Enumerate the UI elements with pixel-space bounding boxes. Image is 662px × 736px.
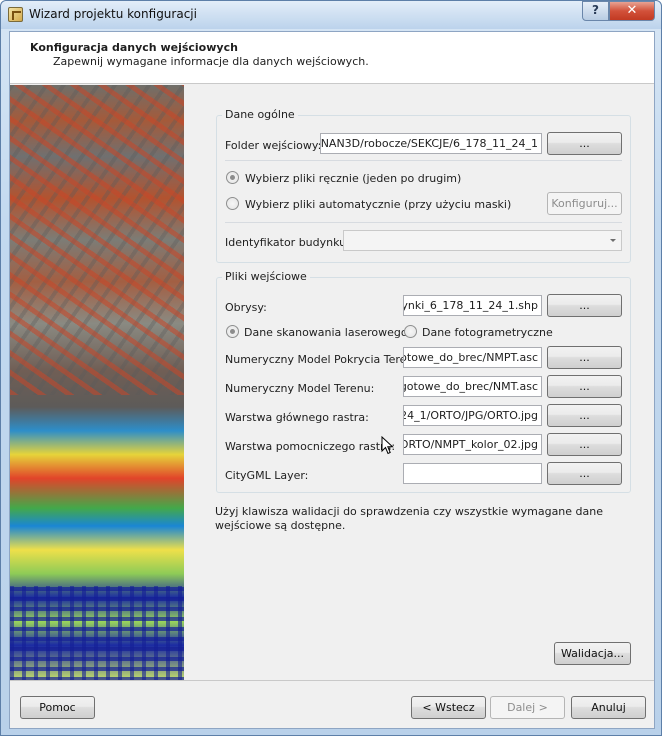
validate-button[interactable]: Walidacja...: [554, 642, 631, 665]
mouse-cursor-icon: [381, 436, 394, 455]
page-subtitle: Zapewnij wymagane informacje dla danych …: [53, 55, 369, 68]
help-button[interactable]: Pomoc: [20, 696, 95, 719]
building-id-label: Identyfikator budynku:: [225, 236, 350, 249]
input-files-groupbox: Pliki wejściowe Obrysy: budynki_6_178_11…: [216, 270, 631, 493]
browse-folder-button[interactable]: ...: [547, 132, 622, 155]
wizard-window: Wizard projektu konfiguracji ? ✕ Konfigu…: [0, 0, 662, 736]
main-raster-field[interactable]: 24_1/ORTO/JPG/ORTO.jpg: [403, 405, 542, 426]
dsm-label: Numeryczny Model Pokrycia Terenu:: [225, 353, 425, 366]
citygml-field[interactable]: [403, 463, 542, 484]
building-id-dropdown[interactable]: [343, 230, 622, 251]
browse-outlines-button[interactable]: ...: [547, 294, 622, 317]
window-title: Wizard projektu konfiguracji: [29, 7, 197, 21]
radio-laser-label: Dane skanowania laserowego: [244, 326, 408, 339]
next-button[interactable]: Dalej >: [490, 696, 565, 719]
radio-laser-data[interactable]: [226, 325, 239, 338]
radio-auto-label: Wybierz pliki automatycznie (przy użyciu…: [245, 198, 512, 211]
city-3d-model-image: [10, 85, 184, 681]
input-folder-label: Folder wejściowy:: [225, 139, 322, 152]
back-button[interactable]: < Wstecz: [411, 696, 486, 719]
dtm-field[interactable]: _gotowe_do_brec/NMT.asc: [403, 376, 542, 397]
radio-auto-select[interactable]: [226, 197, 239, 210]
main-raster-label: Warstwa głównego rastra:: [225, 411, 369, 424]
browse-aux-raster-button[interactable]: ...: [547, 433, 622, 456]
general-groupbox: Dane ogólne Folder wejściowy: POZNAN3D/r…: [216, 108, 631, 263]
input-files-legend: Pliki wejściowe: [222, 270, 310, 283]
radio-photogrammetric-data[interactable]: [404, 325, 417, 338]
radio-photogrammetric-label: Dane fotogrametryczne: [422, 326, 553, 339]
wizard-header: Konfiguracja danych wejściowych Zapewnij…: [10, 32, 654, 84]
cancel-button[interactable]: Anuluj: [571, 696, 646, 719]
close-icon[interactable]: ✕: [609, 1, 655, 21]
footer-divider: [10, 680, 654, 681]
outlines-field[interactable]: budynki_6_178_11_24_1.shp: [403, 295, 542, 316]
browse-citygml-button[interactable]: ...: [547, 462, 622, 485]
configure-mask-button[interactable]: Konfiguruj...: [547, 192, 622, 215]
chevron-down-icon: [610, 239, 616, 242]
validation-info-text: Użyj klawisza walidacji do sprawdzenia c…: [215, 505, 604, 532]
browse-dtm-button[interactable]: ...: [547, 375, 622, 398]
radio-manual-select[interactable]: [226, 171, 239, 184]
aux-raster-field[interactable]: /ORTO/NMPT_kolor_02.jpg: [403, 434, 542, 455]
page-title: Konfiguracja danych wejściowych: [30, 41, 238, 54]
dtm-label: Numeryczny Model Terenu:: [225, 382, 375, 395]
browse-main-raster-button[interactable]: ...: [547, 404, 622, 427]
outlines-label: Obrysy:: [225, 301, 267, 314]
wizard-client-area: Konfiguracja danych wejściowych Zapewnij…: [9, 31, 655, 729]
help-caption-button[interactable]: ?: [582, 1, 609, 21]
separator: [225, 160, 622, 161]
input-folder-field[interactable]: POZNAN3D/robocze/SEKCJE/6_178_11_24_1: [320, 133, 542, 154]
separator: [225, 222, 622, 223]
general-legend: Dane ogólne: [222, 108, 298, 121]
radio-manual-label: Wybierz pliki ręcznie (jeden po drugim): [245, 172, 462, 185]
title-bar: Wizard projektu konfiguracji ? ✕: [1, 1, 661, 29]
app-icon: [8, 7, 23, 22]
browse-dsm-button[interactable]: ...: [547, 346, 622, 369]
aux-raster-label: Warstwa pomocniczego rastra:: [225, 440, 396, 453]
citygml-label: CityGML Layer:: [225, 469, 309, 482]
dsm-field[interactable]: gotowe_do_brec/NMPT.asc: [403, 347, 542, 368]
